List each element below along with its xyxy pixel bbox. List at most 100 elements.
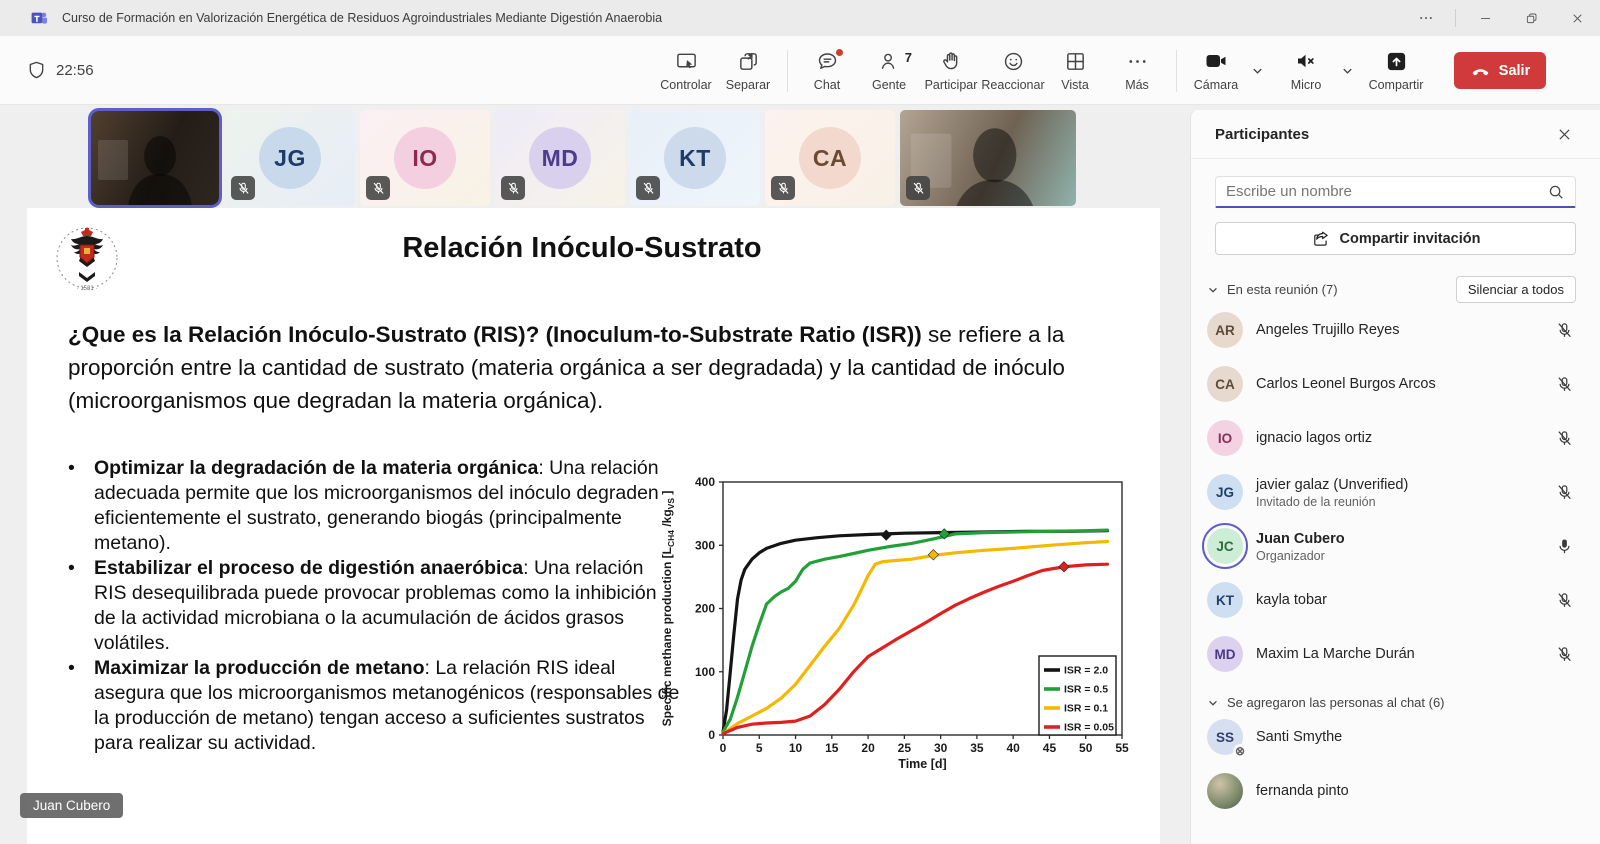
toolbar-gente-button[interactable]: Gente7 <box>858 40 920 102</box>
panel-title: Participantes <box>1215 126 1550 143</box>
avatar: JG <box>1207 474 1243 510</box>
svg-text:200: 200 <box>695 602 715 616</box>
initials-tile-JG[interactable]: JG <box>225 110 355 206</box>
participant-row[interactable]: JCJuan CuberoOrganizador <box>1191 519 1600 573</box>
chevron-down-icon <box>1207 284 1219 296</box>
participant-row[interactable]: SS⊗Santi Smythe <box>1191 710 1600 764</box>
in-meeting-list: ARAngeles Trujillo Reyes CA Carlos Leonel … <box>1191 303 1600 681</box>
separar-icon <box>737 50 760 73</box>
participant-name: Juan Cubero <box>1256 531 1345 547</box>
not-in-meeting-badge: ⊗ <box>1233 744 1247 758</box>
avatar: CA <box>1207 366 1243 402</box>
mic-muted-icon <box>231 176 255 200</box>
svg-text:5: 5 <box>756 741 763 755</box>
window-close-icon[interactable] <box>1554 0 1600 36</box>
participant-row[interactable]: JGjavier galaz (Unverified)Invitado de l… <box>1191 465 1600 519</box>
svg-text:20: 20 <box>861 741 875 755</box>
participant-row[interactable]: fernanda pinto <box>1191 764 1600 818</box>
initials-tile-KT[interactable]: KT <box>630 110 760 206</box>
chat-notification-dot <box>835 48 844 57</box>
svg-text:Time [d]: Time [d] <box>898 757 946 770</box>
mute-all-button[interactable]: Silenciar a todos <box>1456 276 1576 303</box>
participant-name: Angeles Trujillo Reyes <box>1256 322 1399 338</box>
window-restore-icon[interactable] <box>1508 0 1554 36</box>
people-count: 7 <box>905 50 912 65</box>
participant-video[interactable] <box>900 110 1076 206</box>
mic-muted-icon[interactable] <box>1552 429 1576 448</box>
bullet-item: •Optimizar la degradación de la materia … <box>68 456 680 556</box>
participant-role: Organizador <box>1256 549 1539 563</box>
svg-text:ISR = 2.0: ISR = 2.0 <box>1064 665 1108 677</box>
compartir-icon <box>1385 50 1408 73</box>
toolbar-separar-button[interactable]: Separar <box>717 40 779 102</box>
participant-row[interactable]: ARAngeles Trujillo Reyes <box>1191 303 1600 357</box>
leave-button[interactable]: Salir <box>1454 52 1546 89</box>
mic-muted-icon <box>771 176 795 200</box>
avatar: MD <box>529 127 591 189</box>
participant-row[interactable]: IOignacio lagos ortiz <box>1191 411 1600 465</box>
initials-tile-CA[interactable]: CA <box>765 110 895 206</box>
mic-muted-icon <box>906 176 930 200</box>
window-more-icon[interactable] <box>1403 0 1449 36</box>
window-title: Curso de Formación en Valorización Energ… <box>62 11 662 25</box>
mic-muted-icon[interactable] <box>1552 591 1576 610</box>
toolbar-controlar-button[interactable]: Controlar <box>655 40 717 102</box>
participant-row[interactable]: KTkayla tobar <box>1191 573 1600 627</box>
participant-filmstrip: JGIO MD KT CA <box>90 110 1076 206</box>
toolbar-mas-button[interactable]: Más <box>1106 40 1168 102</box>
toolbar-micro-button[interactable]: Micro <box>1275 40 1337 102</box>
toolbar-compartir-button[interactable]: Compartir <box>1365 40 1427 102</box>
bullet-item: •Maximizar la producción de metano: La r… <box>68 656 680 756</box>
mic-muted-icon[interactable] <box>1552 645 1576 664</box>
mas-icon <box>1126 50 1149 73</box>
camara-chevron-down-icon[interactable] <box>1247 40 1267 102</box>
mic-muted-icon[interactable] <box>1552 375 1576 394</box>
micro-chevron-down-icon[interactable] <box>1337 40 1357 102</box>
svg-text:ISR = 0.05: ISR = 0.05 <box>1064 722 1114 734</box>
shared-slide: · 1531 · Relación Inóculo-Sustrato ¿Que … <box>27 208 1160 844</box>
toolbar-camara-button[interactable]: Cámara <box>1185 40 1247 102</box>
toolbar-chat-button[interactable]: Chat <box>796 40 858 102</box>
mic-muted-icon[interactable] <box>1552 321 1576 340</box>
toolbar-reaccionar-button[interactable]: Reaccionar <box>982 40 1044 102</box>
svg-text:ISR = 0.1: ISR = 0.1 <box>1064 703 1108 715</box>
avatar: KT <box>664 127 726 189</box>
participant-search[interactable] <box>1215 176 1576 208</box>
mic-on-icon[interactable] <box>1552 537 1576 556</box>
presenter-video[interactable] <box>90 110 220 206</box>
svg-text:ISR = 0.5: ISR = 0.5 <box>1064 684 1108 696</box>
participant-name: kayla tobar <box>1256 592 1327 608</box>
mic-muted-icon[interactable] <box>1552 483 1576 502</box>
window-minimize-icon[interactable] <box>1462 0 1508 36</box>
svg-text:55: 55 <box>1115 741 1129 755</box>
participants-panel: Participantes Compartir invitación <box>1190 110 1600 844</box>
avatar: IO <box>1207 420 1243 456</box>
svg-text:30: 30 <box>934 741 948 755</box>
presenter-name-tag: Juan Cubero <box>20 793 123 818</box>
vista-icon <box>1064 50 1087 73</box>
section-chat-added[interactable]: Se agregaron las personas al chat (6) <box>1207 695 1576 710</box>
share-invite-button[interactable]: Compartir invitación <box>1215 222 1576 255</box>
toolbar-buttons: ControlarSeparar ChatGente7ParticiparReac… <box>655 36 1427 105</box>
participant-row[interactable]: CA Carlos Leonel Burgos Arcos <box>1191 357 1600 411</box>
camara-icon <box>1204 49 1228 73</box>
svg-text:50: 50 <box>1079 741 1093 755</box>
toolbar-vista-button[interactable]: Vista <box>1044 40 1106 102</box>
teams-logo-icon <box>30 8 50 28</box>
section-in-meeting[interactable]: En esta reunión (7) Silenciar a todos <box>1207 276 1576 303</box>
bullet-item: •Estabilizar el proceso de digestión ana… <box>68 556 680 656</box>
photo-avatar <box>1207 773 1243 809</box>
initials-tile-MD[interactable]: MD <box>495 110 625 206</box>
search-icon <box>1547 183 1565 201</box>
initials-tile-IO[interactable]: IO <box>360 110 490 206</box>
svg-text:0: 0 <box>708 728 715 742</box>
toolbar-participar-button[interactable]: Participar <box>920 40 982 102</box>
close-panel-icon[interactable] <box>1550 120 1578 148</box>
participant-name: Carlos Leonel Burgos Arcos <box>1256 376 1436 392</box>
search-input[interactable] <box>1226 183 1547 200</box>
svg-text:25: 25 <box>898 741 912 755</box>
participant-row[interactable]: MDMaxim La Marche Durán <box>1191 627 1600 681</box>
chat-added-list: SS⊗Santi Smythefernanda pinto <box>1191 710 1600 818</box>
svg-text:Specific methane production [L: Specific methane production [LCH4 /kgVS … <box>660 491 676 727</box>
svg-text:10: 10 <box>789 741 803 755</box>
